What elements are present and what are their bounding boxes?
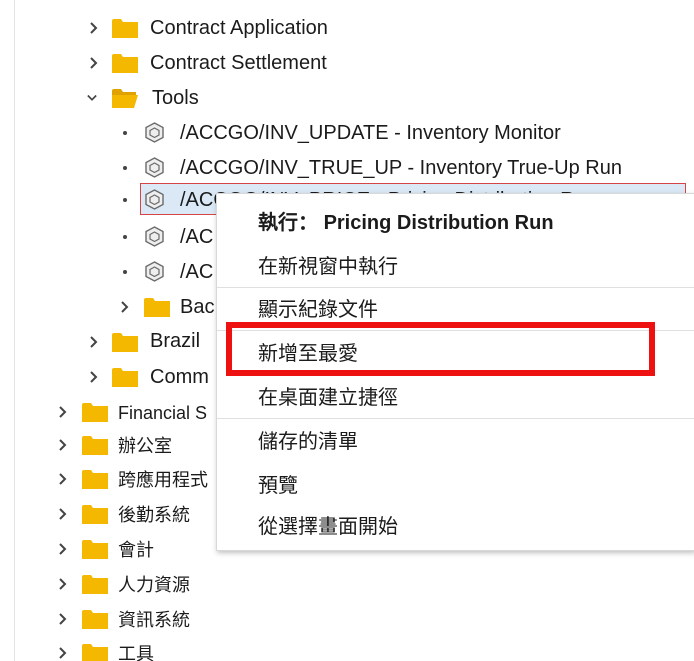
chevron-down-icon[interactable] [85, 88, 99, 108]
bullet-icon [123, 270, 127, 274]
chevron-right-icon[interactable] [87, 332, 101, 352]
menu-execute-prefix: 執行： [258, 212, 318, 234]
tree-item-label: 後勤系統 [118, 505, 190, 525]
chevron-right-icon[interactable] [56, 402, 70, 422]
tree-item-label: /AC [180, 226, 214, 248]
menu-item-start-selection-screen[interactable]: 從選擇畫面開始 [258, 514, 398, 540]
transaction-cube-icon [145, 122, 164, 143]
transaction-cube-icon [145, 261, 164, 282]
chevron-right-icon[interactable] [87, 367, 101, 387]
tree-item-label: 人力資源 [118, 575, 190, 595]
tree-item-label: Contract Settlement [150, 52, 327, 74]
menu-execute-target: Pricing Distribution Run [323, 212, 554, 234]
tree-item-label: Brazil [150, 330, 201, 352]
tree-item-tools-zh[interactable]: 工具 [0, 636, 694, 661]
chevron-right-icon[interactable] [87, 18, 101, 38]
menu-item-show-documentation[interactable]: 顯示紀錄文件 [258, 297, 378, 323]
tree-item-tools[interactable]: Tools [0, 81, 694, 115]
folder-icon [82, 403, 108, 422]
menu-item-run-new-window[interactable]: 在新視窗中執行 [258, 254, 398, 280]
tree-item-label: 資訊系統 [118, 610, 190, 630]
folder-icon [144, 298, 170, 317]
folder-icon [112, 333, 138, 352]
chevron-right-icon[interactable] [56, 574, 70, 594]
tree-item-label: Bac [180, 296, 215, 318]
menu-item-execute[interactable]: 執行： Pricing Distribution Run [258, 210, 554, 236]
folder-icon [112, 368, 138, 387]
tree-item-inv-update[interactable]: /ACCGO/INV_UPDATE - Inventory Monitor [0, 116, 694, 150]
menu-item-create-desktop-shortcut[interactable]: 在桌面建立捷徑 [258, 385, 398, 411]
tree-item-contract-application[interactable]: Contract Application [0, 11, 694, 45]
tree-item-label: Tools [152, 87, 199, 109]
tree-item-contract-settlement[interactable]: Contract Settlement [0, 46, 694, 80]
folder-icon [82, 575, 108, 594]
transaction-cube-icon [145, 226, 164, 247]
tree-item-info-systems[interactable]: 資訊系統 [0, 602, 694, 636]
tree-item-inv-true-up[interactable]: /ACCGO/INV_TRUE_UP - Inventory True-Up R… [0, 151, 694, 185]
chevron-right-icon[interactable] [56, 435, 70, 455]
tree-item-label: Comm [150, 366, 209, 388]
tree-item-label: Contract Application [150, 17, 328, 39]
tree-item-label: Financial S [118, 403, 208, 423]
tree-item-label: 會計 [118, 540, 154, 560]
folder-icon [82, 505, 108, 524]
bullet-icon [123, 235, 127, 239]
tree-item-label: /ACCGO/INV_TRUE_UP - Inventory True-Up R… [180, 157, 622, 179]
tree-item-label: 辦公室 [118, 436, 172, 456]
folder-icon [112, 19, 138, 38]
transaction-cube-icon [145, 189, 164, 210]
folder-icon [82, 644, 108, 661]
chevron-right-icon[interactable] [56, 469, 70, 489]
chevron-right-icon[interactable] [56, 504, 70, 524]
folder-icon [82, 470, 108, 489]
chevron-right-icon[interactable] [56, 609, 70, 629]
folder-icon [112, 54, 138, 73]
bullet-icon [123, 131, 127, 135]
bullet-icon [123, 166, 127, 170]
folder-open-icon [112, 89, 138, 108]
tree-item-label: 跨應用程式 [118, 470, 208, 490]
folder-icon [82, 436, 108, 455]
menu-separator [217, 418, 694, 419]
folder-icon [82, 540, 108, 559]
transaction-cube-icon [145, 157, 164, 178]
menu-item-saved-lists[interactable]: 儲存的清單 [258, 429, 358, 455]
tree-item-label: /AC [180, 261, 214, 283]
menu-separator [217, 287, 694, 288]
menu-item-preview[interactable]: 預覽 [258, 473, 298, 499]
tree-item-hr[interactable]: 人力資源 [0, 567, 694, 601]
tree-item-label: /ACCGO/INV_UPDATE - Inventory Monitor [180, 122, 561, 144]
chevron-right-icon[interactable] [118, 297, 132, 317]
bullet-icon [123, 198, 127, 202]
annotation-highlight-box [226, 322, 655, 376]
chevron-right-icon[interactable] [56, 539, 70, 559]
folder-icon [82, 610, 108, 629]
chevron-right-icon[interactable] [56, 643, 70, 661]
chevron-right-icon[interactable] [87, 53, 101, 73]
tree-item-label: 工具 [118, 644, 154, 661]
